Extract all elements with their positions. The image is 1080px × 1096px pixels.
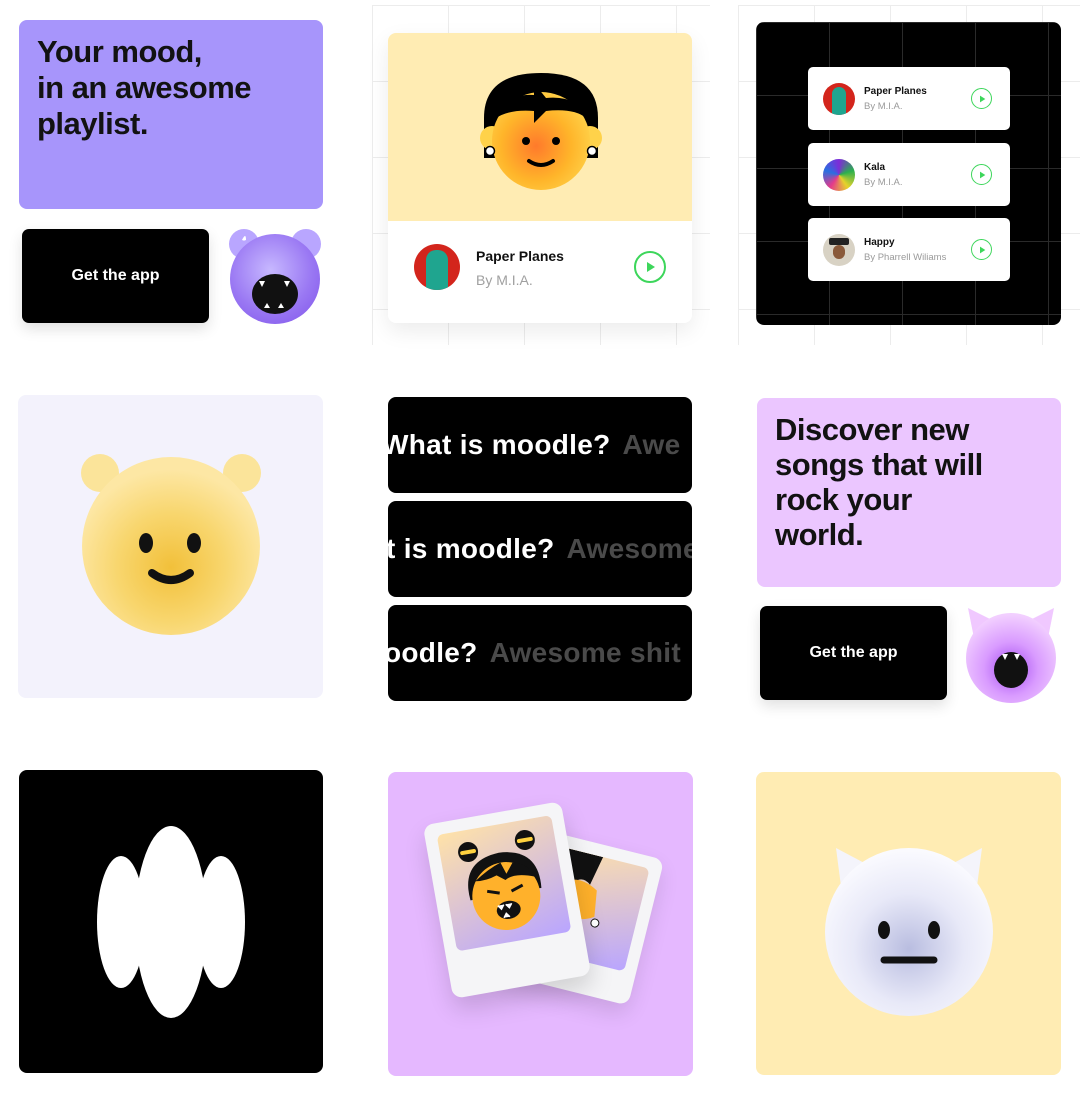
track-artist: By Pharrell Wiliams bbox=[864, 251, 947, 263]
headline-line: world. bbox=[775, 517, 864, 552]
track-title: Paper Planes bbox=[476, 248, 564, 264]
girl-face-icon bbox=[480, 73, 602, 190]
now-playing-artwork bbox=[388, 33, 692, 221]
headline-line: rock your bbox=[775, 482, 912, 517]
track-thumbnail bbox=[414, 244, 460, 290]
tile-white-cat bbox=[756, 772, 1061, 1075]
track-thumbnail bbox=[823, 82, 855, 115]
marquee-answer: Awesome bbox=[566, 533, 693, 564]
play-button[interactable] bbox=[971, 88, 992, 109]
tile-mood-playlist: Your mood, in an awesome playlist. bbox=[19, 20, 323, 209]
pink-cat-mascot-icon bbox=[966, 608, 1056, 703]
get-the-app-button[interactable]: Get the app bbox=[22, 229, 209, 323]
moodle-logo-icon bbox=[97, 826, 245, 1018]
play-button[interactable] bbox=[971, 164, 992, 185]
track-title: Happy bbox=[864, 236, 895, 248]
play-icon bbox=[979, 171, 985, 178]
track-thumbnail bbox=[823, 233, 855, 266]
mood-headline: Your mood, in an awesome playlist. bbox=[37, 34, 252, 142]
yellow-bear-face-icon bbox=[81, 454, 261, 635]
now-playing-card: Paper Planes By M.I.A. bbox=[388, 33, 692, 323]
play-icon bbox=[647, 262, 655, 272]
marquee-row: What is moodle? Awe bbox=[388, 397, 692, 493]
track-artist: By M.I.A. bbox=[476, 272, 533, 288]
purple-bear-mascot-icon bbox=[229, 229, 321, 324]
playlist-row[interactable]: Happy By Pharrell Wiliams bbox=[808, 218, 1010, 281]
discover-headline: Discover new songs that will rock your w… bbox=[775, 412, 983, 552]
track-title: Kala bbox=[864, 161, 886, 173]
headline-line: songs that will bbox=[775, 447, 983, 482]
play-button[interactable] bbox=[971, 239, 992, 260]
playlist-panel: Paper Planes By M.I.A. Kala By M.I.A. Ha… bbox=[756, 22, 1061, 325]
marquee-row: oodle? Awesome shit bbox=[388, 605, 692, 701]
track-artist: By M.I.A. bbox=[864, 100, 903, 112]
tile-polaroids bbox=[388, 772, 693, 1076]
marquee-question: oodle? bbox=[388, 637, 478, 668]
tile-moodle-logo bbox=[19, 770, 323, 1073]
marquee-question: What is moodle? bbox=[388, 429, 611, 460]
get-the-app-button[interactable]: Get the app bbox=[760, 606, 947, 700]
headline-line: Discover new bbox=[775, 412, 969, 447]
play-icon bbox=[979, 95, 985, 102]
headline-line: Your mood, bbox=[37, 34, 202, 69]
polaroid-front bbox=[422, 801, 592, 999]
playlist-row[interactable]: Paper Planes By M.I.A. bbox=[808, 67, 1010, 130]
track-artist: By M.I.A. bbox=[864, 176, 903, 188]
marquee-question: t is moodle? bbox=[388, 533, 555, 564]
track-thumbnail bbox=[823, 158, 855, 191]
angry-girl-icon bbox=[458, 829, 542, 931]
white-cat-face-icon bbox=[825, 848, 993, 1016]
headline-line: playlist. bbox=[37, 106, 148, 141]
playlist-row[interactable]: Kala By M.I.A. bbox=[808, 143, 1010, 206]
track-title: Paper Planes bbox=[864, 85, 927, 97]
marquee-answer: Awe bbox=[622, 429, 681, 460]
tile-yellow-bear bbox=[18, 395, 323, 698]
play-button[interactable] bbox=[634, 251, 666, 283]
tile-discover: Discover new songs that will rock your w… bbox=[757, 398, 1061, 587]
play-icon bbox=[979, 246, 985, 253]
marquee-answer: Awesome shit bbox=[489, 637, 681, 668]
headline-line: in an awesome bbox=[37, 70, 252, 105]
marquee-row: t is moodle? Awesome bbox=[388, 501, 692, 597]
